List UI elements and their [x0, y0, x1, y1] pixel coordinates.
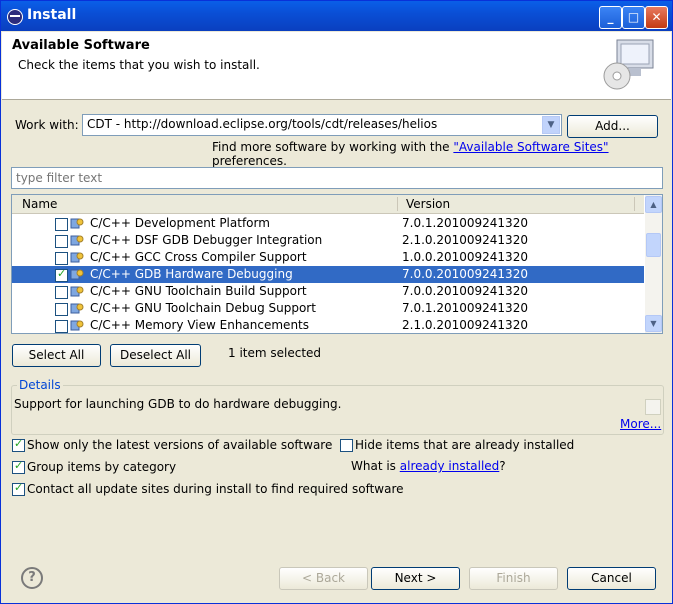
- select-all-button[interactable]: Select All: [12, 344, 101, 367]
- row-version: 7.0.0.201009241320: [402, 267, 528, 281]
- work-with-combo[interactable]: CDT - http://download.eclipse.org/tools/…: [82, 114, 562, 136]
- row-checkbox[interactable]: [55, 303, 68, 316]
- row-checkbox[interactable]: [55, 286, 68, 299]
- latest-checkbox[interactable]: [12, 437, 25, 452]
- feature-plugin-icon: [70, 269, 84, 280]
- close-button[interactable]: ✕: [645, 6, 668, 29]
- column-header-version[interactable]: Version: [406, 197, 450, 211]
- software-table: Name Version C/C++ Development Platform 7…: [11, 194, 663, 334]
- hide-installed-label: Hide items that are already installed: [355, 438, 575, 452]
- title-bar[interactable]: Install _ □ ✕: [1, 1, 672, 31]
- contact-label: Contact all update sites during install …: [27, 482, 404, 496]
- find-more-prefix: Find more software by working with the: [212, 140, 454, 154]
- add-button[interactable]: Add...: [567, 115, 658, 138]
- row-version: 7.0.1.201009241320: [402, 216, 528, 230]
- feature-plugin-icon: [70, 286, 84, 297]
- filter-field[interactable]: [11, 167, 663, 189]
- maximize-button[interactable]: □: [622, 6, 645, 29]
- next-button[interactable]: Next >: [371, 567, 460, 590]
- row-name: C/C++ GNU Toolchain Build Support: [90, 284, 307, 298]
- group-label: Group items by category: [27, 460, 177, 474]
- what-is-prefix: What is: [351, 459, 400, 473]
- what-is-suffix: ?: [499, 459, 506, 473]
- scroll-thumb[interactable]: [646, 233, 661, 257]
- row-checkbox[interactable]: [55, 267, 68, 282]
- row-checkbox[interactable]: [55, 218, 68, 231]
- minimize-button[interactable]: _: [599, 6, 622, 29]
- table-row[interactable]: C/C++ GNU Toolchain Build Support 7.0.0.2…: [12, 283, 644, 300]
- cancel-button[interactable]: Cancel: [567, 567, 656, 590]
- feature-plugin-icon: [70, 252, 84, 263]
- more-link[interactable]: More...: [620, 417, 661, 431]
- feature-plugin-icon: [70, 320, 84, 331]
- window-title: Install: [27, 7, 77, 23]
- row-checkbox[interactable]: [55, 235, 68, 248]
- what-is-installed: What is already installed?: [351, 459, 506, 473]
- group-checkbox[interactable]: [12, 459, 25, 474]
- row-name: C/C++ Memory View Enhancements: [90, 318, 309, 332]
- already-installed-link[interactable]: already installed: [400, 459, 500, 473]
- row-version: 1.0.0.201009241320: [402, 250, 528, 264]
- install-window: Install _ □ ✕ Available Software Check t…: [0, 0, 673, 604]
- table-row[interactable]: C/C++ Development Platform 7.0.1.20100924…: [12, 215, 644, 232]
- hide-installed-checkbox[interactable]: [340, 439, 353, 452]
- column-divider[interactable]: [397, 197, 398, 211]
- finish-button[interactable]: Finish: [469, 567, 558, 590]
- filter-input[interactable]: [14, 168, 658, 188]
- details-scroll-icon[interactable]: [645, 399, 661, 415]
- row-checkbox[interactable]: [55, 320, 68, 333]
- work-with-label: Work with:: [15, 118, 79, 132]
- row-version: 2.1.0.201009241320: [402, 233, 528, 247]
- work-with-value: CDT - http://download.eclipse.org/tools/…: [87, 117, 438, 131]
- feature-plugin-icon: [70, 235, 84, 246]
- column-divider[interactable]: [634, 197, 635, 211]
- table-scrollbar[interactable]: ▲ ▼: [645, 195, 662, 333]
- page-title: Available Software: [12, 38, 150, 53]
- table-row[interactable]: C/C++ GNU Toolchain Debug Support 7.0.1.2…: [12, 300, 644, 317]
- table-row[interactable]: C/C++ DSF GDB Debugger Integration 2.1.0.…: [12, 232, 644, 249]
- table-row[interactable]: C/C++ GDB Hardware Debugging 7.0.0.201009…: [12, 266, 644, 283]
- table-header: Name Version: [12, 195, 644, 214]
- page-subtitle: Check the items that you wish to install…: [18, 58, 260, 72]
- latest-label: Show only the latest versions of availab…: [27, 438, 333, 452]
- eclipse-icon: [7, 9, 23, 25]
- row-version: 7.0.0.201009241320: [402, 284, 528, 298]
- feature-plugin-icon: [70, 218, 84, 229]
- contact-checkbox[interactable]: [12, 481, 25, 496]
- find-more-text: Find more software by working with the "…: [212, 140, 672, 168]
- row-name: C/C++ DSF GDB Debugger Integration: [90, 233, 323, 247]
- row-checkbox[interactable]: [55, 252, 68, 265]
- help-icon[interactable]: ?: [21, 567, 43, 589]
- details-text: Support for launching GDB to do hardware…: [14, 397, 342, 411]
- wizard-header: Available Software Check the items that …: [2, 32, 671, 100]
- back-button[interactable]: < Back: [279, 567, 368, 590]
- find-more-suffix: preferences.: [212, 154, 287, 168]
- selection-status: 1 item selected: [228, 346, 322, 360]
- row-name: C/C++ GNU Toolchain Debug Support: [90, 301, 316, 315]
- scroll-down-icon[interactable]: ▼: [645, 315, 662, 332]
- row-name: C/C++ GDB Hardware Debugging: [90, 267, 293, 281]
- row-name: C/C++ Development Platform: [90, 216, 270, 230]
- row-version: 2.1.0.201009241320: [402, 318, 528, 332]
- table-row[interactable]: C/C++ GCC Cross Compiler Support 1.0.0.20…: [12, 249, 644, 266]
- chevron-down-icon[interactable]: ▼: [542, 116, 560, 134]
- row-version: 7.0.1.201009241320: [402, 301, 528, 315]
- table-row[interactable]: C/C++ Memory View Enhancements 2.1.0.2010…: [12, 317, 644, 333]
- deselect-all-button[interactable]: Deselect All: [110, 344, 201, 367]
- scroll-up-icon[interactable]: ▲: [645, 196, 662, 213]
- column-header-name[interactable]: Name: [22, 197, 57, 211]
- details-title: Details: [17, 378, 63, 392]
- row-name: C/C++ GCC Cross Compiler Support: [90, 250, 307, 264]
- install-wizard-icon: [603, 39, 654, 90]
- available-software-sites-link[interactable]: "Available Software Sites": [453, 140, 608, 154]
- feature-plugin-icon: [70, 303, 84, 314]
